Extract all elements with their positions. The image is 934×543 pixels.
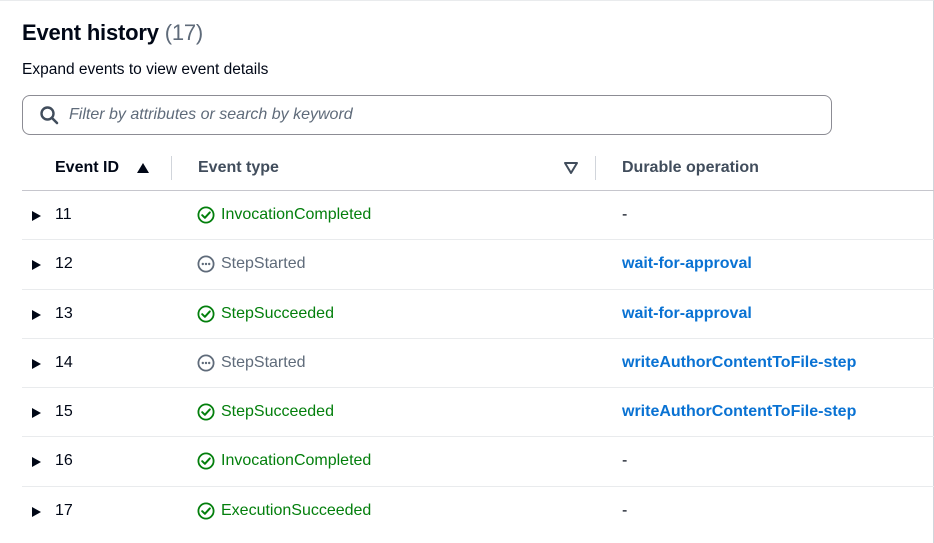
search-icon [39, 105, 59, 125]
sort-caret-down-icon[interactable] [563, 160, 579, 176]
event-count: (17) [164, 20, 204, 45]
search-input[interactable] [69, 106, 789, 124]
durable-operation-link[interactable]: writeAuthorContentToFile-step [622, 352, 856, 374]
table-row[interactable]: 11 InvocationCompleted - [22, 191, 934, 241]
event-id: 16 [55, 452, 73, 470]
durable-operation-link[interactable]: writeAuthorContentToFile-step [622, 401, 856, 423]
status-success-icon [197, 502, 215, 520]
status-in-progress-icon [197, 354, 215, 372]
table-header: Event ID Event type Durable operation [22, 145, 934, 191]
expand-caret-icon[interactable] [30, 308, 42, 320]
expand-caret-icon[interactable] [30, 455, 42, 468]
event-type-label: ExecutionSucceeded [221, 501, 372, 519]
table-row[interactable]: 14 StepStarted writeAuthorContentToFile-st… [22, 339, 934, 389]
event-type: StepSucceeded [197, 401, 334, 423]
sort-ascending-icon[interactable] [136, 162, 150, 174]
event-id: 11 [55, 206, 72, 223]
title-text: Event history [22, 20, 159, 45]
status-success-icon [197, 305, 215, 323]
status-success-icon [197, 206, 215, 224]
durable-operation-link[interactable]: wait-for-approval [622, 303, 752, 325]
event-type: StepSucceeded [197, 303, 334, 325]
durable-operation-link[interactable]: wait-for-approval [622, 253, 752, 275]
column-label: Durable operation [622, 158, 759, 176]
panel-header: Event history (17) [22, 18, 203, 48]
table-row[interactable]: 13 StepSucceeded wait-for-approval [22, 290, 934, 339]
event-id: 13 [55, 304, 73, 322]
durable-operation: - [622, 206, 628, 223]
event-id: 12 [55, 255, 73, 273]
event-history-panel: Event history (17) Expand events to view… [0, 0, 934, 543]
column-header-event-type[interactable]: Event type [198, 145, 279, 190]
expand-caret-icon[interactable] [30, 258, 42, 271]
status-success-icon [197, 403, 215, 421]
event-type: StepStarted [197, 352, 306, 374]
event-type-label: StepSucceeded [221, 403, 334, 421]
event-id: 14 [55, 353, 73, 371]
expand-caret-icon[interactable] [30, 357, 42, 369]
expand-caret-icon[interactable] [30, 209, 42, 221]
event-type: InvocationCompleted [197, 450, 371, 472]
event-id: 15 [55, 403, 73, 421]
event-type-label: StepStarted [221, 255, 306, 273]
column-divider[interactable] [595, 156, 596, 180]
page-description: Expand events to view event details [22, 61, 269, 78]
page-title: Event history (17) [22, 18, 203, 48]
column-header-durable-operation[interactable]: Durable operation [622, 145, 759, 190]
filter-search-box[interactable] [22, 95, 832, 135]
event-type: StepStarted [197, 253, 306, 275]
column-header-event-id[interactable]: Event ID [55, 145, 150, 190]
table-row[interactable]: 12 StepStarted wait-for-approval [22, 240, 934, 290]
event-type: ExecutionSucceeded [197, 500, 371, 522]
event-id: 17 [55, 501, 73, 519]
event-type: InvocationCompleted [197, 204, 371, 226]
event-type-label: InvocationCompleted [221, 206, 372, 223]
event-type-label: StepSucceeded [221, 304, 334, 322]
expand-caret-icon[interactable] [30, 505, 42, 517]
table-row[interactable]: 17 ExecutionSucceeded - [22, 487, 934, 536]
status-success-icon [197, 452, 215, 470]
table-row[interactable]: 15 StepSucceeded writeAuthorContentToFile-… [22, 388, 934, 438]
durable-operation: - [622, 501, 628, 519]
durable-operation: - [622, 452, 628, 470]
column-label: Event ID [55, 158, 120, 176]
event-type-label: InvocationCompleted [221, 452, 372, 470]
status-in-progress-icon [197, 255, 215, 273]
expand-caret-icon[interactable] [30, 406, 42, 419]
column-label: Event type [198, 158, 279, 176]
column-divider[interactable] [171, 156, 172, 180]
event-type-label: StepStarted [221, 353, 306, 371]
table-body: 11 InvocationCompleted - 12 StepStarted wait-… [22, 191, 934, 536]
table-row[interactable]: 16 InvocationCompleted - [22, 437, 934, 487]
